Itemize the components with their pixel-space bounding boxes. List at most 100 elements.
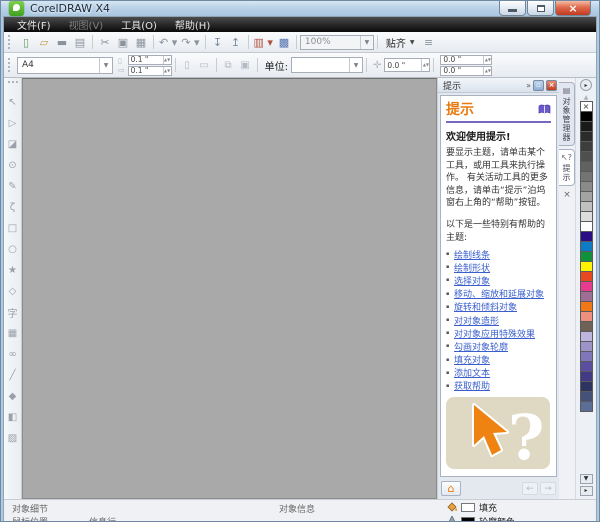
- shape-tool[interactable]: ▷: [5, 113, 21, 134]
- drawing-canvas[interactable]: [22, 78, 437, 499]
- duplicate-y-field[interactable]: 0.0 " ▲▼: [440, 65, 493, 76]
- hint-topic-link[interactable]: 勾画对象轮廓: [454, 340, 508, 353]
- nudge-offset-field[interactable]: 0.0 " ▲▼: [384, 58, 431, 72]
- page-width-field[interactable]: 0.1 " ▲▼: [127, 54, 172, 65]
- hint-topic-link[interactable]: 绘制形状: [454, 261, 490, 274]
- hint-topic-link[interactable]: 旋转和倾斜对象: [454, 300, 517, 313]
- titlebar: CorelDRAW X4 ×: [1, 1, 599, 16]
- palette-expand-button[interactable]: ▸: [579, 485, 593, 496]
- open-button[interactable]: ▱: [35, 34, 53, 51]
- topic-link-row: ▪ 获取帮助: [446, 379, 551, 392]
- maximize-button[interactable]: [527, 1, 554, 16]
- duplicate-x-field[interactable]: 0.0 " ▲▼: [440, 54, 493, 65]
- units-combo[interactable]: ▼: [291, 57, 363, 73]
- tab-object-manager[interactable]: ▤ 对象管理器: [559, 82, 575, 146]
- spinner-icon[interactable]: ▲▼: [483, 55, 491, 64]
- hint-topic-link[interactable]: 添加文本: [454, 366, 490, 379]
- hints-topic-links: ▪ 绘制线条 ▪ 绘制形状 ▪ 选择对象 ▪ 移动、缩放和延展对象 ▪ 旋转和倾…: [446, 248, 551, 393]
- fill-tool[interactable]: ◧: [5, 407, 21, 428]
- options-button[interactable]: ≡: [420, 34, 438, 51]
- paper-size-combo[interactable]: A4 ▼: [17, 56, 113, 74]
- portrait-icon: ▯: [184, 59, 190, 71]
- save-button[interactable]: ▬: [53, 34, 71, 51]
- print-button[interactable]: ▤: [71, 34, 89, 51]
- outline-color-swatch[interactable]: [461, 516, 475, 521]
- topic-link-row: ▪ 绘制线条: [446, 248, 551, 261]
- home-icon: ⌂: [447, 482, 455, 496]
- smart-drawing-tool[interactable]: ζ: [5, 197, 21, 218]
- hint-topic-link[interactable]: 绘制线条: [454, 248, 490, 261]
- heading-divider: [446, 121, 551, 123]
- ellipse-tool[interactable]: ○: [5, 239, 21, 260]
- hint-topic-link[interactable]: 对对象造形: [454, 314, 499, 327]
- zoom-tool[interactable]: ⊙: [5, 155, 21, 176]
- spinner-icon[interactable]: ▲▼: [421, 59, 429, 71]
- menu-item[interactable]: 文件(F): [8, 17, 60, 32]
- bullet-icon: ▪: [446, 303, 450, 310]
- fill-color-swatch[interactable]: [461, 502, 475, 512]
- rectangle-tool[interactable]: □: [5, 218, 21, 239]
- hint-topic-link[interactable]: 对对象应用特殊效果: [454, 327, 535, 340]
- menu-item[interactable]: 工具(O): [112, 17, 166, 32]
- interactive-fill-tool[interactable]: ▨: [5, 428, 21, 449]
- palette-scroll-down-button[interactable]: ▼: [579, 473, 593, 484]
- status-cursor-position: 鼠标位置: [12, 515, 48, 521]
- freehand-tool[interactable]: ✎: [5, 176, 21, 197]
- outline-pen-tool[interactable]: ◆: [5, 386, 21, 407]
- polygon-tool[interactable]: ★: [5, 260, 21, 281]
- blend-tool[interactable]: ∞: [5, 344, 21, 365]
- hint-topic-link[interactable]: 填充对象: [454, 353, 490, 366]
- spinner-icon[interactable]: ▲▼: [483, 66, 491, 75]
- landscape-mini-icon: ▭: [118, 65, 125, 74]
- property-bar-grip[interactable]: [8, 58, 13, 72]
- redo-button[interactable]: ↷ ▾: [179, 34, 201, 51]
- property-separator: [366, 58, 367, 72]
- crop-tool[interactable]: ◪: [5, 134, 21, 155]
- toolbox-grip[interactable]: [7, 81, 18, 89]
- pick-tool[interactable]: ↖: [5, 92, 21, 113]
- all-pages-button[interactable]: ⧉: [220, 58, 237, 73]
- copy-button[interactable]: ▣: [114, 34, 132, 51]
- menu-item[interactable]: 帮助(H): [166, 17, 219, 32]
- toolbar-grip[interactable]: [8, 35, 13, 49]
- minimize-button[interactable]: [499, 1, 526, 16]
- hint-topic-link[interactable]: 移动、缩放和延展对象: [454, 287, 544, 300]
- basic-shapes-tool[interactable]: ◇: [5, 281, 21, 302]
- eyedropper-tool[interactable]: ╱: [5, 365, 21, 386]
- snap-to-button[interactable]: 贴齐 ▼: [381, 34, 420, 51]
- hint-topic-link[interactable]: 获取帮助: [454, 379, 490, 392]
- page-height-field[interactable]: 0.1 " ▲▼: [127, 65, 172, 76]
- landscape-button[interactable]: ▭: [196, 58, 213, 73]
- zoom-level-combo[interactable]: 100% ▼: [299, 34, 374, 50]
- undo-button[interactable]: ↶ ▾: [157, 34, 179, 51]
- welcome-screen-button[interactable]: ▩: [275, 34, 293, 51]
- spinner-icon[interactable]: ▲▼: [162, 55, 171, 64]
- application-launcher-button[interactable]: ▥ ▾: [252, 34, 275, 51]
- topic-link-row: ▪ 选择对象: [446, 274, 551, 287]
- tab-hints[interactable]: ↖? 提示: [559, 149, 575, 186]
- import-button[interactable]: ↧: [209, 34, 227, 51]
- color-swatch[interactable]: [579, 401, 593, 412]
- text-tool[interactable]: 字: [5, 302, 21, 323]
- hint-topic-link[interactable]: 选择对象: [454, 274, 490, 287]
- cut-button[interactable]: ✂: [96, 34, 114, 51]
- portrait-button[interactable]: ▯: [179, 58, 196, 73]
- coreldraw-app-icon: [9, 1, 24, 16]
- hints-home-button[interactable]: ⌂: [441, 481, 461, 497]
- palette-flyout-button[interactable]: ▸: [580, 79, 592, 91]
- paste-button[interactable]: ▦: [132, 34, 150, 51]
- new-document-button[interactable]: ▯: [17, 34, 35, 51]
- hints-forward-button[interactable]: →: [540, 482, 556, 496]
- paper-orientation-icons: ▯ ▭: [118, 57, 125, 74]
- spinner-icon[interactable]: ▲▼: [162, 66, 171, 75]
- docker-tab-close-icon[interactable]: ×: [559, 190, 575, 200]
- docker-collapse-icon[interactable]: »: [526, 81, 531, 90]
- docker-close-button[interactable]: ×: [546, 79, 557, 91]
- export-button[interactable]: ↥: [227, 34, 245, 51]
- help-book-icon[interactable]: [538, 100, 551, 119]
- docker-float-button[interactable]: ▫: [533, 79, 544, 91]
- current-page-button[interactable]: ▣: [237, 58, 254, 73]
- close-button[interactable]: ×: [555, 1, 591, 16]
- table-tool[interactable]: ▦: [5, 323, 21, 344]
- hints-back-button[interactable]: ←: [522, 482, 538, 496]
